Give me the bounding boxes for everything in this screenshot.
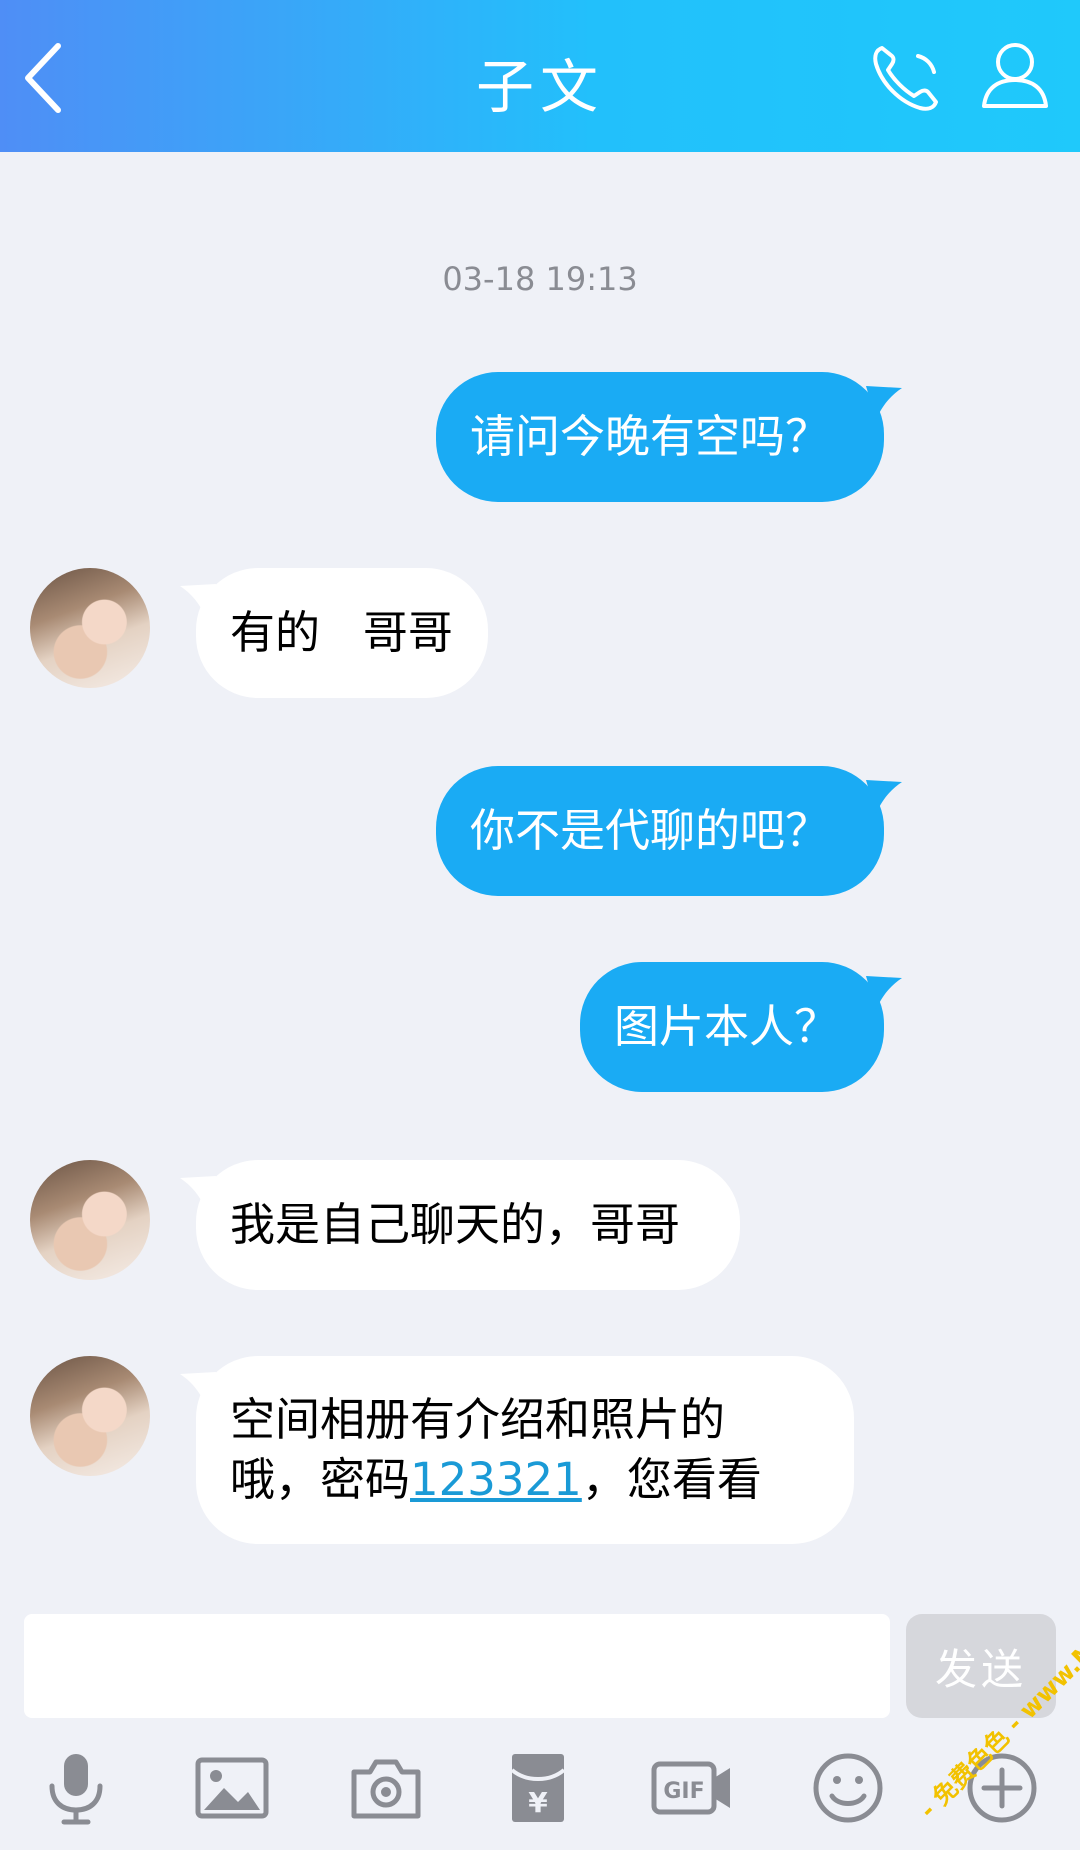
- bubble-tail: [866, 780, 902, 814]
- microphone-icon[interactable]: [38, 1750, 114, 1826]
- message-text: 哦，密码: [230, 1453, 411, 1506]
- avatar[interactable]: [30, 1356, 150, 1476]
- avatar[interactable]: [30, 1160, 150, 1280]
- message-timestamp: 03-18 19:13: [442, 260, 638, 298]
- svg-text:GIF: GIF: [663, 1779, 704, 1804]
- message-text: 请问今晚有空吗？: [470, 410, 831, 463]
- message-line: 空间相册有介绍和照片的: [230, 1393, 726, 1446]
- red-packet-icon[interactable]: ¥: [500, 1750, 576, 1826]
- user-icon[interactable]: [978, 38, 1052, 114]
- message-input[interactable]: [24, 1614, 890, 1718]
- message-text: 你不是代聊的吧？: [470, 804, 831, 857]
- password-link[interactable]: 123321: [410, 1453, 582, 1506]
- svg-text:¥: ¥: [528, 1786, 548, 1819]
- message-text: 有的 哥哥: [230, 606, 453, 659]
- phone-icon[interactable]: [868, 40, 948, 116]
- gif-icon[interactable]: GIF: [650, 1750, 734, 1826]
- message-line: 哦，密码123321，您看看: [230, 1450, 762, 1510]
- image-icon[interactable]: [194, 1750, 270, 1826]
- camera-icon[interactable]: [348, 1750, 424, 1826]
- emoji-icon[interactable]: [810, 1750, 886, 1826]
- avatar[interactable]: [30, 568, 150, 688]
- chat-header: 子文: [0, 0, 1080, 152]
- bubble-tail: [866, 976, 902, 1010]
- message-text: 我是自己聊天的，哥哥: [230, 1198, 681, 1251]
- message-text: ，您看看: [581, 1453, 762, 1506]
- message-text: 图片本人？: [614, 1000, 840, 1053]
- bubble-tail: [866, 386, 902, 420]
